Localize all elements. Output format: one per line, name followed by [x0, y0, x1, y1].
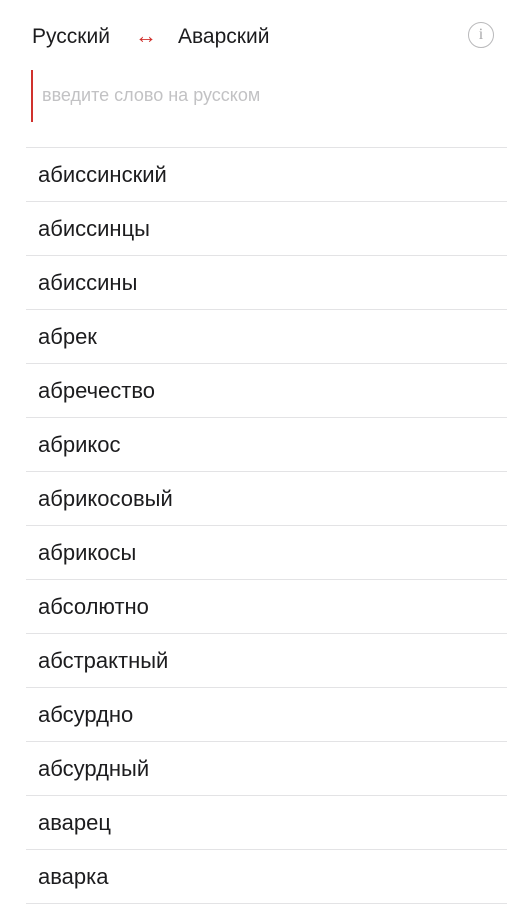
word-list-item[interactable]: абсурдно [26, 688, 507, 742]
source-language-label[interactable]: Русский [32, 25, 110, 49]
word-list-item[interactable]: абсолютно [26, 580, 507, 634]
search-input[interactable] [42, 80, 482, 110]
word-list-item[interactable]: аварка [26, 850, 507, 904]
word-list-item[interactable]: абрикос [26, 418, 507, 472]
word-list-item[interactable]: аварец [26, 796, 507, 850]
word-list-item[interactable]: абрек [26, 310, 507, 364]
word-list-item[interactable]: абстрактный [26, 634, 507, 688]
word-list-item[interactable]: абрикосы [26, 526, 507, 580]
word-list-item[interactable]: абсурдный [26, 742, 507, 796]
target-language-label[interactable]: Аварский [178, 25, 269, 49]
word-list: абиссинский абиссинцы абиссины абрек абр… [26, 147, 507, 904]
word-list-item[interactable]: абиссинский [26, 148, 507, 202]
header-bar: Русский ↔ Аварский i [32, 22, 507, 56]
search-field[interactable] [31, 70, 491, 122]
word-list-item[interactable]: абречество [26, 364, 507, 418]
word-list-item[interactable]: абрикосовый [26, 472, 507, 526]
word-list-item[interactable]: абиссины [26, 256, 507, 310]
info-icon[interactable]: i [468, 22, 494, 48]
swap-languages-icon[interactable]: ↔ [135, 23, 157, 49]
word-list-item[interactable]: абиссинцы [26, 202, 507, 256]
text-cursor [31, 70, 33, 122]
